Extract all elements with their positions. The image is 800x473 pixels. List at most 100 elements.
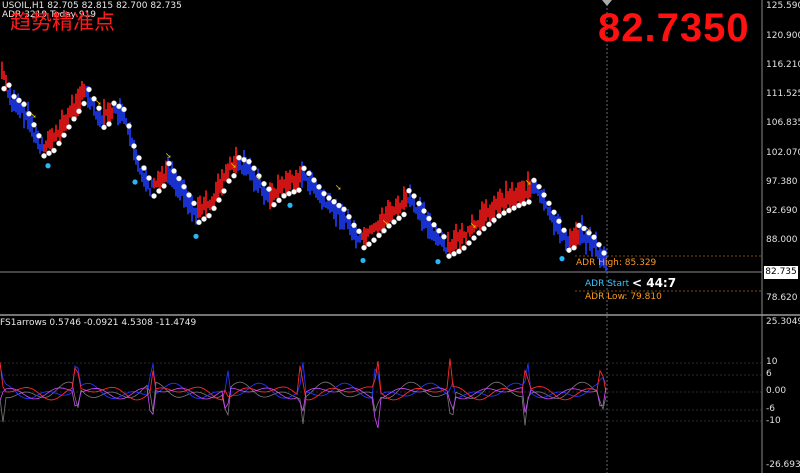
price-tick: 120.900 (766, 31, 800, 41)
trend-dot (236, 154, 242, 161)
trend-dot (561, 227, 567, 233)
chart-canvas[interactable]: ➘ ➘ ➘ ➘ ➘ ➘ ➘ ➘ ➘ ➘ (0, 0, 800, 473)
trend-dot (376, 232, 382, 239)
trend-dot (371, 237, 377, 243)
trend-dot (16, 97, 22, 104)
big-price-display: 82.7350 (598, 6, 750, 50)
indicator-tick: -10 (766, 416, 781, 426)
trend-dot (31, 122, 37, 128)
trend-dot (216, 197, 222, 203)
trend-dot (506, 207, 512, 214)
trend-dot (321, 190, 327, 197)
trend-dot (351, 222, 357, 229)
trend-dot (356, 228, 362, 235)
trend-dot (156, 188, 162, 194)
signal-dot (435, 259, 441, 265)
price-tick: 97.380 (766, 177, 798, 187)
trend-dot (106, 121, 112, 127)
trend-dot (81, 100, 87, 107)
trend-dot (6, 82, 12, 88)
trend-dot (441, 233, 447, 240)
trend-dot (136, 155, 142, 161)
trend-dot (381, 227, 387, 234)
trend-dot (576, 222, 582, 229)
trend-dot (241, 156, 247, 163)
trend-dot (531, 177, 537, 184)
current-price-tag: 82.735 (764, 266, 798, 279)
price-tick: 88.000 (766, 235, 798, 245)
arrow-signal-icon: ➘ (230, 161, 237, 170)
trend-dot (51, 147, 57, 154)
price-tick: 106.835 (766, 118, 800, 128)
arrow-signal-icon: ➘ (255, 173, 262, 182)
price-tick: 111.525 (766, 89, 800, 99)
trend-dot (196, 219, 202, 226)
trend-dot (126, 123, 132, 129)
arrow-signal-icon: ➘ (525, 178, 532, 187)
trend-dot (501, 210, 507, 216)
adr-high-label: ADR High: 85.329 (576, 258, 657, 268)
trend-dot (281, 193, 287, 199)
trend-dot (346, 213, 352, 220)
indicator-info: FS1arrows 0.5746 -0.0921 4.5308 -11.4749 (0, 318, 197, 328)
signal-dot (132, 179, 138, 185)
trend-dot (186, 192, 192, 198)
arrow-signal-icon: ➘ (335, 183, 342, 192)
signal-dot (360, 257, 366, 264)
trend-dot (11, 93, 17, 100)
trend-dot (436, 227, 442, 234)
trend-dot (331, 198, 337, 205)
arrow-signal-icon: ➘ (95, 98, 102, 107)
trend-dot (521, 200, 527, 207)
trend-dot (296, 187, 302, 193)
trend-dot (146, 175, 152, 181)
trend-dot (361, 244, 367, 251)
trend-dot (481, 225, 487, 232)
signal-dot (287, 202, 293, 208)
indicator-tick: -26.6936 (766, 460, 800, 470)
trend-dot (476, 230, 482, 236)
trend-dot (176, 175, 182, 182)
price-tick: 92.690 (766, 206, 798, 216)
trend-dot (526, 199, 532, 205)
indicator-lines (0, 358, 607, 429)
trend-dot (466, 240, 472, 246)
trend-dot (366, 241, 372, 247)
trend-dot (271, 201, 277, 208)
trend-dot (546, 200, 552, 207)
trend-dot (161, 183, 167, 189)
arrow-signal-icon: ➘ (165, 151, 172, 160)
trend-dot (266, 186, 272, 192)
indicator-tick: 10 (766, 357, 778, 367)
trend-dot (1, 85, 7, 92)
trend-dot (326, 195, 332, 201)
trend-dot (201, 216, 207, 222)
trend-dot (171, 168, 177, 174)
adr-low-label: ADR Low: 79.810 (585, 292, 662, 302)
trend-dot (401, 211, 407, 218)
trend-dot (446, 253, 452, 259)
trend-dot (456, 248, 462, 255)
trend-dot (451, 250, 457, 257)
trend-dot (101, 124, 107, 131)
candle-timer: < 44:7 (632, 276, 677, 290)
trend-dot (86, 86, 92, 93)
trend-dot (391, 219, 397, 225)
indicator-tick: 0.00 (766, 386, 787, 396)
trend-dot (41, 153, 47, 159)
trend-dot (261, 180, 267, 187)
trend-dot (301, 165, 307, 172)
trend-dot (491, 217, 497, 223)
adr-start-label: ADR Start (585, 279, 630, 289)
signal-dot (45, 163, 51, 169)
trend-dot (286, 190, 292, 197)
trend-dot (591, 234, 597, 240)
trend-dot (226, 178, 232, 184)
arrow-signal-icon: ➘ (30, 111, 37, 120)
trend-dot (121, 106, 127, 113)
price-tick: 78.620 (766, 293, 798, 303)
arrow-signal-icon: ➘ (382, 218, 389, 227)
trend-dot (486, 221, 492, 228)
trend-dot (601, 250, 607, 256)
trend-dot (181, 183, 187, 190)
